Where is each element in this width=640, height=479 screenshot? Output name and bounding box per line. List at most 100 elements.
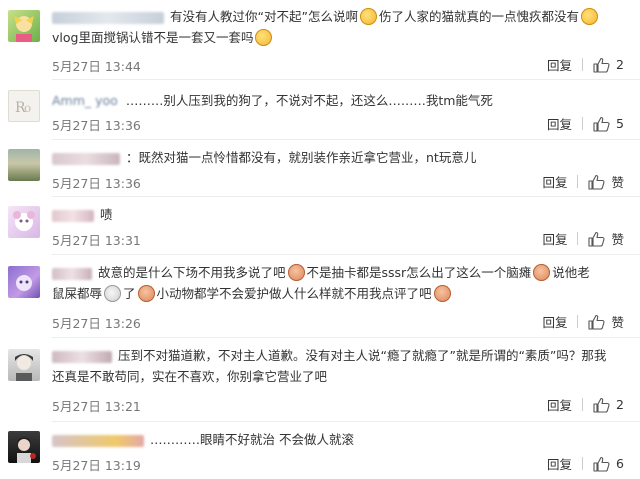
comment-actions: 回复 赞 <box>542 229 624 248</box>
comment-line: 伤了人家的猫就真的一点愧疚都没有 <box>378 9 579 24</box>
reply-button[interactable]: 回复 <box>547 395 572 414</box>
comment-line: 了 <box>123 286 136 301</box>
avatar[interactable] <box>8 149 40 181</box>
comment-text: 有没有人教过你“对不起”怎么说啊 伤了人家的猫就真的一点愧疚都没有 vlog里面搅… <box>52 6 632 48</box>
comment-line: 故意的是什么下场不用我多说了吧 <box>98 265 286 280</box>
comment-text: 故意的是什么下场不用我多说了吧 不是抽卡都是sssr怎么出了这么一个脑瘫 说他老 鼠… <box>52 262 632 304</box>
comment-line: ：既然对猫一点怜惜都没有，就别装作亲近拿它营业，nt玩意儿 <box>126 150 477 165</box>
thumbs-up-icon <box>588 314 606 330</box>
divider <box>582 58 584 71</box>
like-count: 赞 <box>611 315 624 330</box>
avatar[interactable]: Ro <box>8 90 40 122</box>
like-count: 2 <box>616 397 624 412</box>
comment-text: …………眼睛不好就治 不会做人就滚 <box>52 429 632 450</box>
comment-time: 5月27日 13:36 <box>52 118 141 133</box>
like-count: 6 <box>616 456 624 471</box>
like-count: 2 <box>616 57 624 72</box>
comment-actions: 回复 赞 <box>542 312 624 331</box>
comment-actions: 回复 2 <box>547 395 624 414</box>
divider <box>577 315 579 328</box>
divider <box>577 232 579 245</box>
divider <box>582 398 584 411</box>
username-blurred[interactable] <box>52 267 92 280</box>
like-button[interactable]: 2 <box>593 397 624 413</box>
like-button[interactable]: 赞 <box>588 172 624 191</box>
comment-actions: 回复 5 <box>547 114 624 133</box>
comment-actions: 回复 6 <box>547 454 624 473</box>
comment-actions: 回复 2 <box>547 55 624 74</box>
row-divider <box>52 196 640 197</box>
reply-button[interactable]: 回复 <box>542 229 567 248</box>
avatar[interactable] <box>8 349 40 381</box>
avatar[interactable] <box>8 206 40 238</box>
comment-time: 5月27日 13:31 <box>52 233 141 248</box>
username-blurred[interactable] <box>52 209 94 222</box>
mouse-emoji-icon <box>104 285 122 302</box>
username-blurred[interactable] <box>52 11 164 24</box>
comment-line: 小动物都学不会爱护做人什么样就不用我点评了吧 <box>156 286 432 301</box>
comment-text: ：既然对猫一点怜惜都没有，就别装作亲近拿它营业，nt玩意儿 <box>52 147 632 168</box>
avatar[interactable] <box>8 266 40 298</box>
divider <box>582 117 584 130</box>
laugh-emoji-icon <box>255 29 273 46</box>
thumbs-up-icon <box>588 174 606 190</box>
row-divider <box>52 421 640 422</box>
username-blurred[interactable] <box>52 434 144 447</box>
row-divider <box>52 337 640 338</box>
like-button[interactable]: 5 <box>593 116 624 132</box>
comment-line: 有没有人教过你“对不起”怎么说啊 <box>170 9 358 24</box>
divider <box>582 457 584 470</box>
thumbs-up-icon <box>593 456 610 472</box>
username[interactable]: Amm_ yoo <box>52 93 118 108</box>
username-blurred[interactable] <box>52 152 120 165</box>
pig-emoji-icon <box>433 285 451 302</box>
like-button[interactable]: 6 <box>593 456 624 472</box>
reply-button[interactable]: 回复 <box>547 55 572 74</box>
comment-line: vlog里面搅锅认错不是一套又一套吗 <box>52 30 254 45</box>
comment-line: 还真是不敢苟同，实在不喜欢，你别拿它营业了吧 <box>52 369 328 384</box>
thumbs-up-icon <box>593 57 610 73</box>
thumbs-up-icon <box>593 116 610 132</box>
comment-line: 压到不对猫道歉，不对主人道歉。没有对主人说“瘾了就瘾了”就是所谓的“素质”吗？那… <box>118 348 607 363</box>
comment-time: 5月27日 13:19 <box>52 458 141 473</box>
comment-actions: 回复 赞 <box>542 172 624 191</box>
comment-line: 鼠屎都辱 <box>52 286 103 301</box>
comment-line: …………眼睛不好就治 不会做人就滚 <box>150 432 354 447</box>
comment-text: 压到不对猫道歉，不对主人道歉。没有对主人说“瘾了就瘾了”就是所谓的“素质”吗？那… <box>52 345 632 387</box>
like-button[interactable]: 赞 <box>588 229 624 248</box>
pig-emoji-icon <box>137 285 155 302</box>
pig-emoji-icon <box>287 264 305 281</box>
comment-line: 不是抽卡都是sssr怎么出了这么一个脑瘫 <box>306 265 532 280</box>
like-button[interactable]: 2 <box>593 57 624 73</box>
svg-text:o: o <box>24 101 31 115</box>
avatar[interactable] <box>8 10 40 42</box>
reply-button[interactable]: 回复 <box>542 312 567 331</box>
like-count: 赞 <box>611 175 624 190</box>
pig-emoji-icon <box>533 264 551 281</box>
row-divider <box>52 139 640 140</box>
comment-text: 啧 <box>52 204 632 225</box>
reply-button[interactable]: 回复 <box>542 172 567 191</box>
thumbs-up-icon <box>593 397 610 413</box>
row-divider <box>52 254 640 255</box>
comment-time: 5月27日 13:44 <box>52 59 141 74</box>
like-count: 5 <box>616 116 624 131</box>
comment-line: 啧 <box>100 207 113 222</box>
comment-time: 5月27日 13:36 <box>52 176 141 191</box>
laugh-emoji-icon <box>580 8 598 25</box>
comment-text: Amm_ yoo ………别人压到我的狗了，不说对不起，还这么………我tm能气死 <box>52 90 632 111</box>
reply-button[interactable]: 回复 <box>547 454 572 473</box>
username-blurred[interactable] <box>52 350 112 363</box>
comment-time: 5月27日 13:26 <box>52 316 141 331</box>
comment-line: 说他老 <box>552 265 590 280</box>
avatar[interactable] <box>8 431 40 463</box>
like-button[interactable]: 赞 <box>588 312 624 331</box>
like-count: 赞 <box>611 232 624 247</box>
row-divider <box>52 79 640 80</box>
divider <box>577 175 579 188</box>
comment-time: 5月27日 13:21 <box>52 399 141 414</box>
laugh-emoji-icon <box>359 8 377 25</box>
reply-button[interactable]: 回复 <box>547 114 572 133</box>
comment-line: ………别人压到我的狗了，不说对不起，还这么………我tm能气死 <box>125 93 493 108</box>
thumbs-up-icon <box>588 231 606 247</box>
